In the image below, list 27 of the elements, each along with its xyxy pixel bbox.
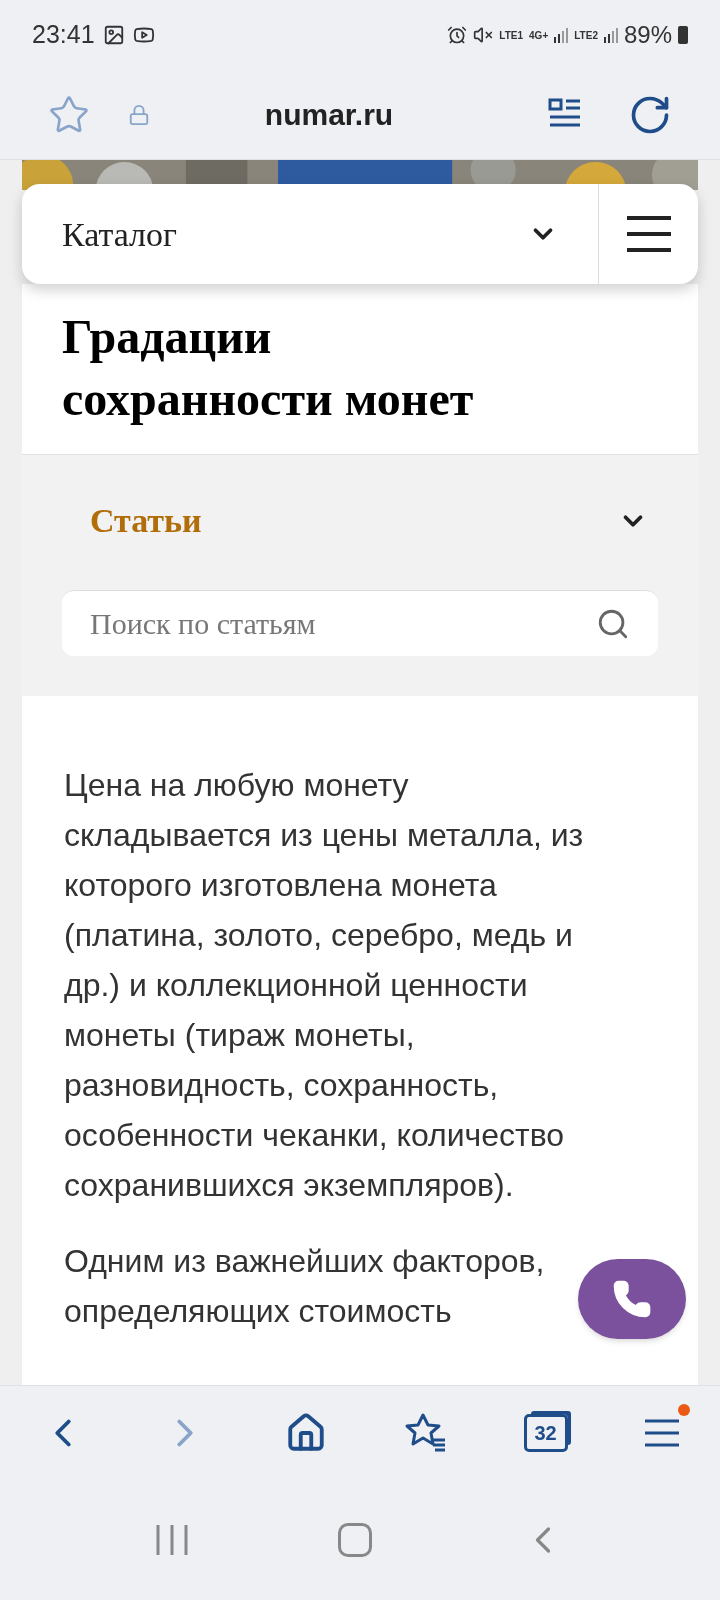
phone-icon	[612, 1279, 652, 1319]
tabs-button[interactable]: 32	[523, 1414, 568, 1452]
article-paragraph: Цена на любую монету складывается из цены металла, из которого изготовлена монета (платина, золото, серебро, медь и др.) и коллекционной ценности монеты (тираж монеты, разновидность, сохранность, особенности чеканки, количество сохранившихся экземпляров).	[64, 766, 585, 1205]
url-text[interactable]: numar.ru	[150, 92, 508, 137]
network-label: 4G+	[529, 28, 549, 43]
article-search-field[interactable]: Поиск по статьям	[90, 601, 596, 646]
sim-label: LTE2	[574, 28, 598, 43]
image-icon	[102, 24, 125, 46]
signal-icon	[603, 27, 618, 43]
article-paragraph: Одним из важнейших факторов, определяющих стоимость	[64, 1242, 546, 1331]
battery-percent: 89%	[623, 20, 672, 50]
alarm-icon	[447, 25, 468, 45]
page-title: Градации сохранности монет	[62, 309, 475, 427]
signal-icon	[554, 27, 569, 43]
menu-icon	[624, 215, 673, 253]
articles-dropdown[interactable]: Статьи	[62, 495, 658, 546]
bookmarks-icon[interactable]	[403, 1412, 448, 1454]
home-button[interactable]	[338, 1523, 372, 1557]
lock-icon	[128, 103, 150, 126]
battery-icon	[678, 26, 688, 44]
menu-icon[interactable]	[643, 1418, 680, 1448]
recent-apps-icon[interactable]	[154, 1523, 189, 1557]
article-search-field[interactable]: Поиск по статьям	[62, 590, 658, 656]
sim-label: LTE1	[499, 28, 524, 43]
catalog-dropdown[interactable]: Каталог	[22, 184, 598, 284]
clock-time: 23:41	[32, 19, 95, 51]
mute-icon	[473, 25, 494, 45]
